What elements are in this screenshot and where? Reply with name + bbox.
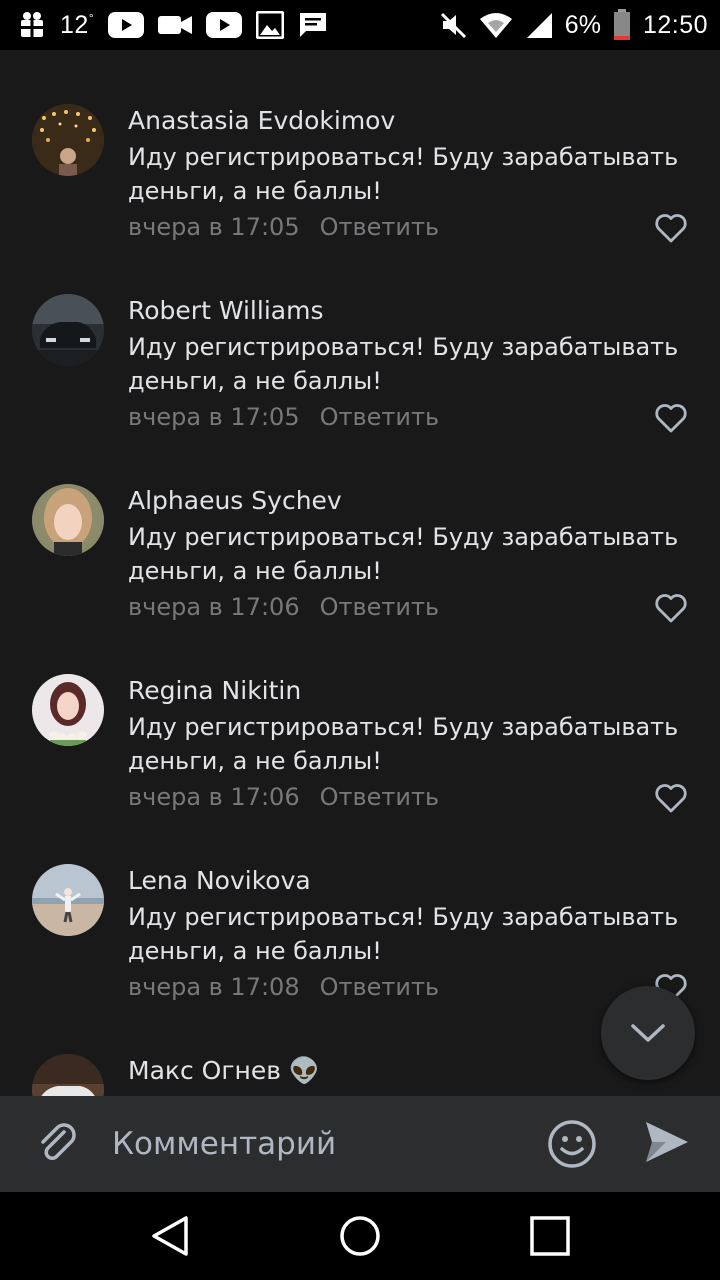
avatar-image [32,104,104,176]
comment-author[interactable]: Макс Огнев 👽 [128,1054,320,1088]
comment-item: Anastasia Evdokimov Иду регистрироваться… [0,104,720,294]
send-icon[interactable] [642,1118,690,1166]
comment-meta: вчера в 17:08 Ответить [128,970,439,1004]
avatar-image [32,1054,104,1096]
heart-outline-icon[interactable] [654,592,688,624]
clock-time: 12:50 [642,10,708,39]
scroll-down-button[interactable] [601,986,695,1080]
status-bar: 12° 6% 12:50 [0,0,720,50]
comment-time: вчера в 17:05 [128,213,300,241]
comment-text: Иду регистрироваться! Буду зарабатывать … [128,143,679,205]
comment-text: Иду регистрироваться! Буду зарабатывать … [128,333,679,395]
youtube-notification-icon [108,12,145,38]
comment-text: Иду регистрироваться! Буду зарабатывать … [128,903,679,965]
reply-button[interactable]: Ответить [320,973,439,1001]
comment-time: вчера в 17:06 [128,593,300,621]
comment-input[interactable] [112,1118,522,1170]
reply-button[interactable]: Ответить [320,213,439,241]
battery-percentage: 6% [564,10,601,39]
comment-meta: вчера в 17:06 Ответить [128,780,439,814]
wifi-icon [479,13,512,38]
reply-button[interactable]: Ответить [320,403,439,431]
avatar[interactable] [32,484,104,556]
comment-text: Иду регистрироваться! Буду зарабатывать … [128,713,679,775]
chevron-down-icon [631,1024,665,1042]
comment-meta: вчера в 17:05 Ответить [128,210,439,244]
previous-comment-remnant [0,50,720,60]
home-icon[interactable] [338,1214,382,1258]
comment-composer [0,1096,720,1192]
comment-item: Alphaeus Sychev Иду регистрироваться! Бу… [0,484,720,674]
heart-outline-icon[interactable] [654,402,688,434]
avatar[interactable] [32,674,104,746]
avatar[interactable] [32,294,104,366]
gift-notification-icon [21,12,43,37]
comment-text: Иду регистрироваться! Буду зарабатывать … [128,523,679,585]
comment-meta: вчера в 17:06 Ответить [128,590,439,624]
avatar-image [32,674,104,746]
avatar-image [32,294,104,366]
gallery-image-icon [256,11,285,39]
weather-temperature: 12° [60,11,94,40]
comment-item: Regina Nikitin Иду регистрироваться! Буд… [0,674,720,864]
avatar-image [32,864,104,936]
heart-outline-icon[interactable] [654,782,688,814]
comment-meta: вчера в 17:05 Ответить [128,400,439,434]
heart-outline-icon[interactable] [654,212,688,244]
mute-icon [440,12,466,39]
temperature-value: 12 [60,10,89,39]
battery-icon [613,9,630,40]
comment-time: вчера в 17:05 [128,403,300,431]
cell-signal-icon [526,13,552,38]
video-camera-icon [158,16,193,34]
back-icon[interactable] [148,1214,192,1258]
comment-time: вчера в 17:06 [128,783,300,811]
smiley-icon[interactable] [546,1118,598,1170]
comment-author[interactable]: Alphaeus Sychev [128,484,342,518]
comment-author[interactable]: Anastasia Evdokimov [128,104,395,138]
system-navigation-bar [0,1192,720,1280]
avatar-image [32,484,104,556]
reply-button[interactable]: Ответить [320,593,439,621]
comment-list[interactable]: Anastasia Evdokimov Иду регистрироваться… [0,50,720,1096]
status-bar-left: 12° [18,11,342,40]
comment-time: вчера в 17:08 [128,973,300,1001]
comment-author[interactable]: Robert Williams [128,294,323,328]
avatar[interactable] [32,864,104,936]
comment-author[interactable]: Regina Nikitin [128,674,301,708]
recent-apps-icon[interactable] [528,1214,572,1258]
avatar[interactable] [32,1054,104,1096]
status-bar-right: 6% 12:50 [427,9,708,41]
message-notification-icon [300,13,327,37]
temperature-unit: ° [88,10,95,25]
youtube-notification-icon-2 [206,12,243,38]
avatar[interactable] [32,104,104,176]
reply-button[interactable]: Ответить [320,783,439,811]
comment-author[interactable]: Lena Novikova [128,864,311,898]
screen: 12° 6% 12:50 Anastasia Evdokimov Иду рег… [0,0,720,1280]
paperclip-icon[interactable] [34,1120,82,1168]
comment-item: Robert Williams Иду регистрироваться! Бу… [0,294,720,484]
